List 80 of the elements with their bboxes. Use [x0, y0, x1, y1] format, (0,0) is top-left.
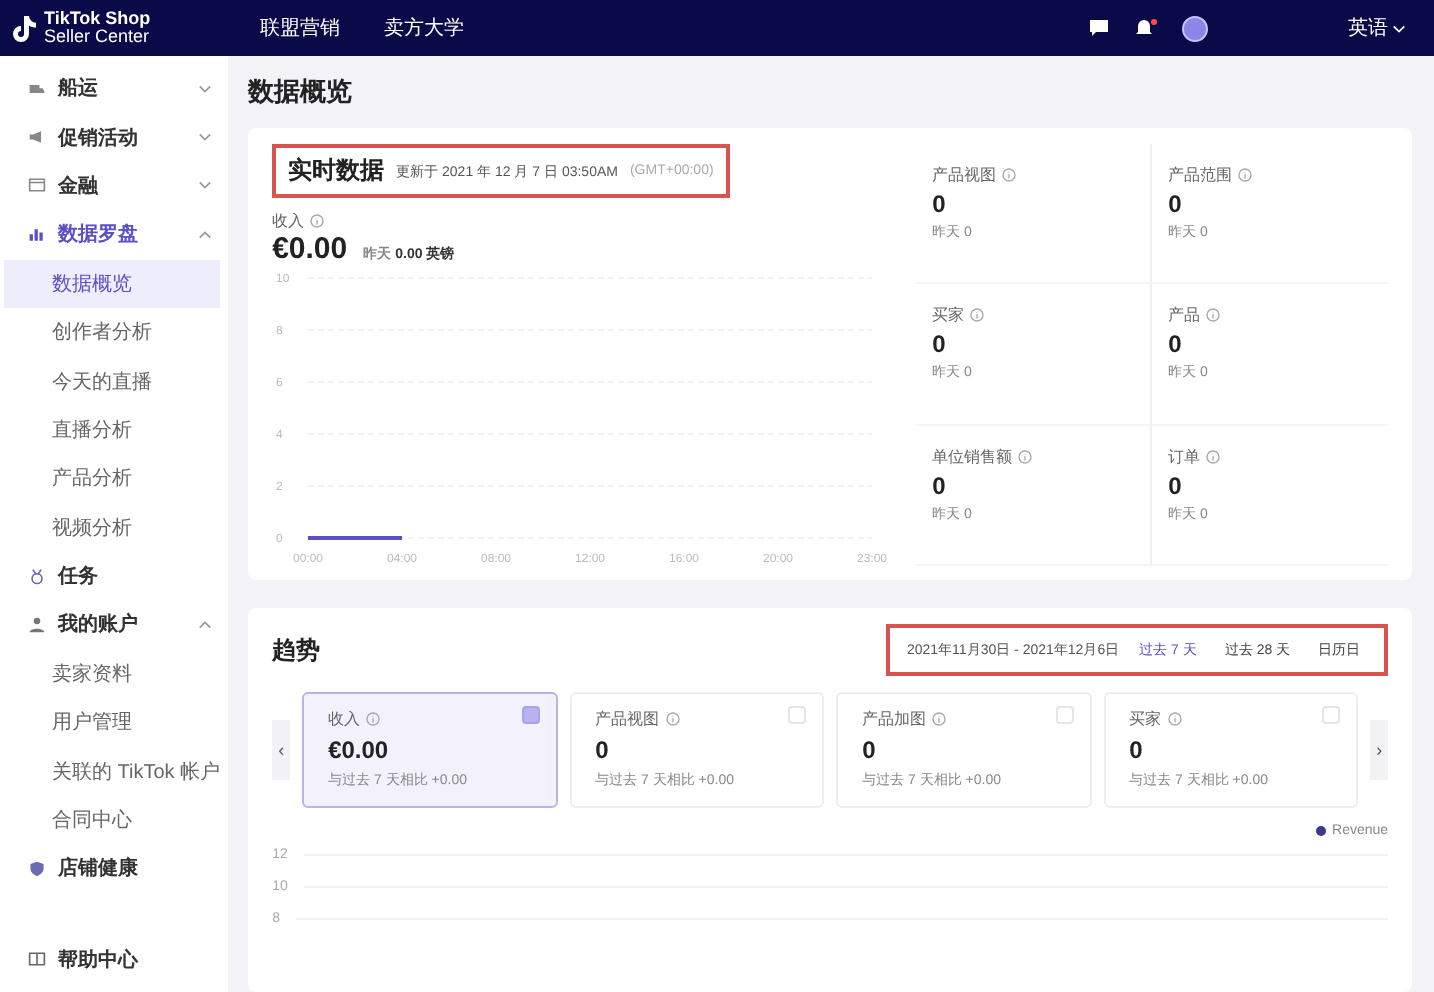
metric-label: 产品视图: [595, 708, 660, 730]
sidebar-item[interactable]: 我的账户: [0, 600, 229, 650]
megaphone-icon: [28, 128, 46, 147]
sidebar-subitem[interactable]: 关联的 TikTok 帐户: [4, 746, 221, 796]
metric-label: 产品: [1168, 304, 1201, 327]
info-icon: [1238, 168, 1253, 182]
prev-button[interactable]: ‹: [272, 720, 291, 780]
info-icon: [310, 214, 325, 228]
sidebar-item[interactable]: 店铺健康: [0, 844, 229, 894]
card-icon: [28, 176, 46, 195]
metric-label: 订单: [1168, 445, 1201, 468]
truck-icon: [28, 79, 46, 98]
caret-icon: [198, 83, 213, 94]
sidebar-subitem[interactable]: 视频分析: [4, 503, 221, 552]
metric-value: 0: [862, 736, 878, 764]
sidebar-subitem[interactable]: 创作者分析: [4, 307, 221, 357]
metric-label: 产品视图: [932, 164, 997, 186]
metric-label: 收入: [272, 210, 305, 232]
metric-value: 0: [932, 190, 948, 218]
avatar[interactable]: [1182, 15, 1208, 41]
caret-icon: [198, 132, 213, 143]
sidebar-item[interactable]: 帮助中心: [0, 935, 229, 984]
section-title: 实时数据: [288, 154, 385, 188]
caret-icon: [1392, 23, 1406, 33]
logo-text: TikTok Shop Seller Center: [44, 10, 151, 46]
sidebar-subitem[interactable]: 用户管理: [4, 698, 221, 747]
metric-value: 0: [932, 471, 948, 500]
sidebar-item[interactable]: 数据罗盘: [0, 210, 229, 260]
sidebar-item[interactable]: 金融: [0, 161, 229, 211]
info-icon: [1206, 308, 1221, 323]
metric-value: 0: [1168, 190, 1184, 218]
info-icon: [1002, 168, 1017, 182]
metric-label: 产品范围: [1168, 164, 1233, 186]
sidebar-item[interactable]: 促销活动: [0, 112, 229, 162]
bar-chart-icon: [28, 225, 46, 244]
info-icon: [665, 712, 680, 726]
metric-label: 买家: [1129, 708, 1162, 730]
metric-value: 0: [595, 736, 611, 764]
metric-value: 0: [1129, 736, 1145, 764]
metric-label: 单位销售额: [932, 445, 1013, 468]
revenue-value: €0.00: [272, 232, 348, 266]
caret-icon: [198, 619, 213, 630]
metric-value: 0: [932, 330, 948, 359]
bell-icon[interactable]: [1136, 18, 1158, 38]
sidebar-item[interactable]: 船运: [0, 64, 229, 113]
info-icon: [970, 308, 985, 323]
sidebar-subitem[interactable]: 产品分析: [4, 454, 221, 504]
info-icon: [1206, 449, 1221, 464]
info-icon: [1018, 449, 1033, 464]
caret-icon: [198, 229, 213, 240]
nav-link[interactable]: 卖方大学: [384, 14, 464, 42]
sidebar-subitem[interactable]: 数据概览: [4, 259, 221, 308]
sidebar-subitem[interactable]: 直播分析: [4, 405, 221, 455]
next-button[interactable]: ›: [1370, 720, 1389, 780]
shield-icon: [28, 859, 46, 878]
page-title: 数据概览: [248, 74, 355, 110]
metric-label: 买家: [932, 304, 965, 327]
language-selector[interactable]: 英语: [1348, 14, 1406, 42]
medal-icon: [28, 567, 46, 586]
sidebar-subitem[interactable]: 今天的直播: [4, 356, 221, 406]
metric-label: 收入: [328, 708, 361, 730]
caret-icon: [198, 180, 213, 191]
metric-value: 0: [1168, 471, 1184, 500]
user-icon: [28, 615, 46, 634]
sidebar-subitem[interactable]: 卖家资料: [4, 649, 221, 699]
sidebar-item[interactable]: 任务: [0, 551, 229, 601]
metric-value: €0.00: [328, 736, 391, 764]
checkbox[interactable]: [521, 706, 540, 724]
book-icon: [28, 950, 46, 969]
info-icon: [366, 712, 381, 726]
metric-value: 0: [1168, 330, 1184, 359]
section-title: 趋势: [272, 633, 321, 667]
info-icon: [1167, 712, 1182, 726]
music-note-logo-icon: [12, 13, 38, 43]
chat-icon[interactable]: [1090, 20, 1108, 36]
metric-label: 产品加图: [862, 708, 927, 730]
sidebar-subitem[interactable]: 合同中心: [4, 795, 221, 845]
chart-line: [308, 536, 403, 540]
info-icon: [932, 712, 947, 726]
nav-link[interactable]: 联盟营销: [260, 14, 340, 42]
